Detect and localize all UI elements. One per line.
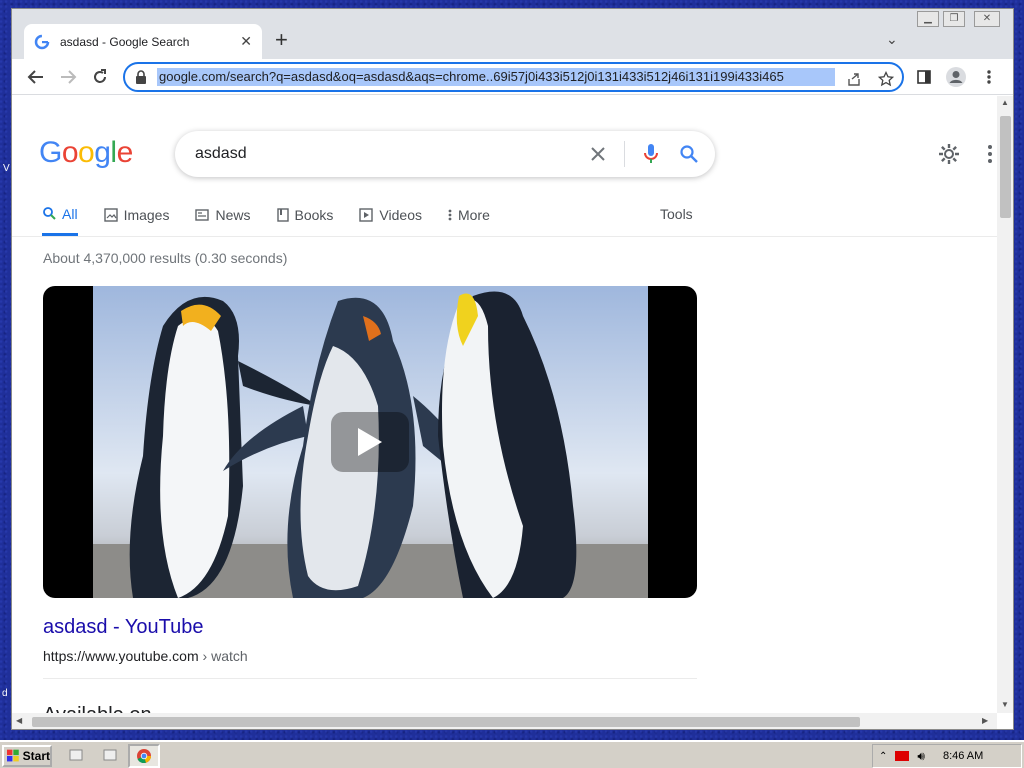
tab-news[interactable]: News [195, 204, 251, 226]
google-favicon-icon [34, 34, 50, 49]
result-url[interactable]: https://www.youtube.com › watch [43, 648, 248, 664]
search-type-tabs: All Images News Books Videos More [42, 204, 516, 236]
minimize-button[interactable]: ▁ [917, 11, 939, 27]
logo-letter: o [78, 136, 95, 169]
scroll-up-arrow-icon[interactable]: ▲ [1001, 98, 1009, 107]
windows-logo-icon [7, 749, 19, 762]
forward-button[interactable] [56, 65, 80, 89]
start-label: Start [22, 749, 50, 763]
restore-button[interactable]: ❐ [943, 11, 965, 27]
browser-toolbar: google.com/search?q=asdasd&oq=asdasd&aqs… [12, 59, 1013, 95]
tab-images[interactable]: Images [103, 204, 170, 226]
tools-button[interactable]: Tools [660, 206, 693, 222]
kebab-menu-icon [987, 70, 991, 84]
desktop-text-fragment: d [2, 688, 8, 699]
available-on-heading: Available on [43, 704, 152, 713]
url-text[interactable]: google.com/search?q=asdasd&oq=asdasd&aqs… [157, 68, 835, 86]
reload-icon [94, 69, 106, 83]
quick-launch-icon[interactable] [68, 747, 84, 763]
clock: 8:46 AM [942, 750, 984, 762]
logo-letter: G [39, 136, 62, 169]
arrow-right-icon [61, 70, 77, 84]
tabs-divider [12, 236, 997, 237]
video-thumbnail[interactable] [43, 286, 697, 598]
tab-title: asdasd - Google Search [60, 34, 190, 49]
video-icon [359, 208, 374, 222]
search-input[interactable]: asdasd [195, 145, 586, 163]
more-dots-icon [448, 208, 452, 222]
tab-label: All [62, 206, 78, 222]
volume-icon[interactable]: 🔊︎ [917, 749, 925, 764]
result-title-link[interactable]: asdasd - YouTube [43, 616, 204, 639]
taskbar-chrome-button[interactable] [128, 744, 160, 768]
result-divider [43, 678, 697, 679]
google-apps-icon[interactable] [987, 144, 993, 164]
system-tray: ⌃ 🔊︎ 8:46 AM [872, 744, 1022, 768]
side-panel-button[interactable] [912, 65, 936, 89]
tab-label: News [215, 207, 251, 223]
search-submit-icon[interactable] [677, 142, 701, 166]
browser-menu-button[interactable] [977, 65, 1001, 89]
lock-icon [136, 70, 146, 84]
address-bar[interactable]: google.com/search?q=asdasd&oq=asdasd&aqs… [123, 62, 904, 92]
profile-button[interactable] [944, 65, 968, 89]
settings-gear-icon[interactable] [937, 142, 961, 171]
tray-expand-icon[interactable]: ⌃ [879, 751, 887, 762]
tab-books[interactable]: Books [276, 204, 334, 226]
horizontal-scroll-thumb[interactable] [32, 717, 860, 727]
tab-all[interactable]: All [42, 204, 78, 236]
news-icon [195, 208, 210, 222]
start-button[interactable]: Start [2, 745, 52, 767]
logo-letter: o [61, 136, 79, 169]
scroll-right-arrow-icon[interactable]: ▶ [982, 716, 988, 725]
tab-label: Videos [379, 207, 422, 223]
tab-label: More [457, 207, 490, 223]
search-icon [42, 206, 56, 220]
desktop-text-fragment: V [3, 163, 10, 174]
result-stats: About 4,370,000 results (0.30 seconds) [43, 250, 288, 266]
play-button[interactable] [331, 412, 409, 472]
share-icon[interactable] [845, 70, 863, 88]
tab-strip: ▁ ❐ ✕ asdasd - Google Search ✕ + ⌄ [12, 9, 1013, 59]
tab-label: Books [294, 207, 334, 223]
logo-letter: g [94, 136, 111, 169]
tab-videos[interactable]: Videos [359, 204, 422, 226]
side-panel-icon [917, 70, 931, 84]
clear-search-icon[interactable] [586, 142, 610, 166]
browser-window: ▁ ❐ ✕ asdasd - Google Search ✕ + ⌄ googl… [11, 8, 1014, 730]
google-logo[interactable]: Google [39, 136, 133, 170]
chrome-icon [137, 749, 151, 764]
play-icon [358, 428, 382, 456]
tab-search-chevron-icon[interactable]: ⌄ [886, 31, 898, 48]
bookmark-star-icon[interactable] [877, 70, 895, 88]
arrow-left-icon [27, 70, 43, 84]
search-box[interactable]: asdasd [175, 131, 715, 177]
vertical-scrollbar[interactable]: ▲ ▼ [997, 96, 1013, 713]
tray-app-icon[interactable] [895, 751, 910, 761]
reload-button[interactable] [88, 65, 112, 89]
back-button[interactable] [24, 65, 48, 89]
result-url-host: https://www.youtube.com [43, 648, 199, 664]
logo-letter: e [116, 136, 134, 169]
new-tab-button[interactable]: + [275, 29, 288, 51]
search-results-page: Google asdasd All Images News Books Vide… [12, 96, 997, 713]
tab-close-icon[interactable]: ✕ [240, 33, 252, 50]
close-window-button[interactable]: ✕ [974, 11, 1000, 27]
microphone-icon[interactable] [639, 142, 663, 166]
image-icon [103, 208, 118, 222]
vertical-scroll-thumb[interactable] [1000, 116, 1011, 218]
tab-label: Images [123, 207, 170, 223]
result-url-breadcrumb: › watch [198, 648, 248, 664]
search-box-divider [624, 141, 625, 167]
horizontal-scrollbar[interactable]: ◀ ▶ [12, 713, 997, 729]
scroll-down-arrow-icon[interactable]: ▼ [1001, 700, 1009, 709]
book-icon [276, 208, 289, 222]
tab-more[interactable]: More [448, 204, 490, 226]
taskbar: Start ⌃ 🔊︎ 8:46 AM [0, 740, 1024, 768]
quick-launch-icon[interactable] [102, 747, 118, 763]
scroll-left-arrow-icon[interactable]: ◀ [16, 716, 22, 725]
browser-tab[interactable]: asdasd - Google Search ✕ [24, 24, 262, 59]
profile-avatar-icon [946, 67, 966, 87]
